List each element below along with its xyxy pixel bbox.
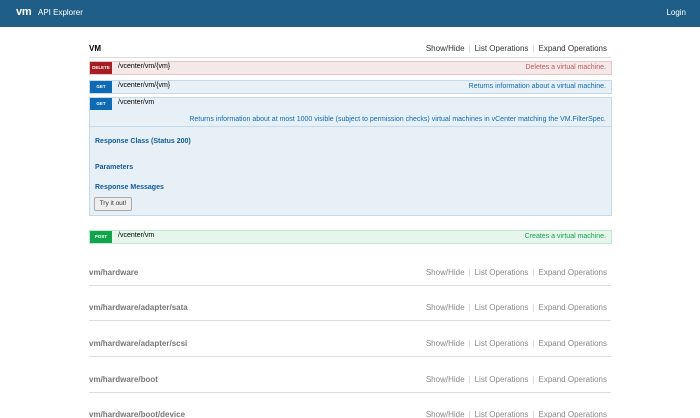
operation-summary[interactable]: Deletes a virtual machine. (525, 64, 606, 71)
section-divider (89, 320, 611, 321)
list-operations-link[interactable]: List Operations (475, 339, 529, 348)
separator: | (532, 410, 535, 418)
separator: | (468, 375, 471, 384)
section-title[interactable]: vm/hardware/adapter/scsi (89, 339, 187, 348)
section-controls: Show/Hide | List Operations | Expand Ope… (426, 339, 607, 348)
expand-operations-link[interactable]: Expand Operations (539, 410, 608, 418)
separator: | (532, 303, 535, 312)
operation-get-vm[interactable]: GET /vcenter/vm/{vm} Returns information… (89, 80, 612, 94)
separator: | (532, 375, 535, 384)
expand-operations-link[interactable]: Expand Operations (539, 303, 608, 312)
list-operations-link[interactable]: List Operations (475, 375, 529, 384)
show-hide-link[interactable]: Show/Hide (426, 410, 465, 418)
section-title[interactable]: VM (89, 44, 101, 53)
section-controls: Show/Hide | List Operations | Expand Ope… (426, 268, 607, 277)
operation-path[interactable]: /vcenter/vm (118, 232, 154, 239)
section-title[interactable]: vm/hardware/boot/device (89, 410, 185, 418)
section-divider (89, 57, 611, 58)
expand-operations-link[interactable]: Expand Operations (539, 268, 608, 277)
top-bar: vm API Explorer Login (0, 0, 700, 27)
method-badge-get[interactable]: GET (90, 81, 112, 93)
separator: | (532, 339, 535, 348)
section-header-vm-hardware-boot: vm/hardware/boot Show/Hide | List Operat… (89, 373, 611, 387)
list-operations-link[interactable]: List Operations (475, 268, 529, 277)
operation-summary[interactable]: Creates a virtual machine. (525, 233, 606, 240)
list-operations-link[interactable]: List Operations (475, 44, 529, 53)
section-header-vm: VM Show/Hide | List Operations | Expand … (89, 42, 611, 56)
section-title[interactable]: vm/hardware (89, 268, 138, 277)
vm-logo[interactable]: vm (16, 6, 32, 18)
operation-description: Returns information about at most 1000 v… (189, 116, 606, 123)
try-it-out-button[interactable]: Try it out! (94, 197, 132, 211)
show-hide-link[interactable]: Show/Hide (426, 339, 465, 348)
section-divider (89, 285, 611, 286)
section-divider (89, 392, 611, 393)
section-header-vm-hardware: vm/hardware Show/Hide | List Operations … (89, 266, 611, 280)
login-link[interactable]: Login (666, 8, 686, 17)
section-controls: Show/Hide | List Operations | Expand Ope… (426, 44, 607, 53)
separator: | (468, 339, 471, 348)
expand-operations-link[interactable]: Expand Operations (539, 339, 608, 348)
operation-list-vms-expanded: GET /vcenter/vm Returns information abou… (89, 97, 612, 216)
content-divider (90, 126, 611, 127)
method-badge-delete[interactable]: DELETE (90, 62, 112, 74)
method-badge-get[interactable]: GET (90, 98, 112, 110)
operation-create-vm[interactable]: POST /vcenter/vm Creates a virtual machi… (89, 230, 612, 244)
expand-operations-link[interactable]: Expand Operations (539, 375, 608, 384)
operation-path[interactable]: /vcenter/vm/{vm} (118, 63, 170, 70)
app-title[interactable]: API Explorer (38, 8, 83, 17)
section-header-vm-hardware-boot-device: vm/hardware/boot/device Show/Hide | List… (89, 408, 611, 418)
section-divider (89, 356, 611, 357)
section-title[interactable]: vm/hardware/boot (89, 375, 158, 384)
operation-path[interactable]: /vcenter/vm/{vm} (118, 82, 170, 89)
expand-operations-link[interactable]: Expand Operations (539, 44, 608, 53)
operation-summary[interactable]: Returns information about a virtual mach… (469, 83, 606, 90)
operation-delete-vm[interactable]: DELETE /vcenter/vm/{vm} Deletes a virtua… (89, 61, 612, 75)
section-header-vm-hardware-adapter-scsi: vm/hardware/adapter/scsi Show/Hide | Lis… (89, 337, 611, 351)
section-header-vm-hardware-adapter-sata: vm/hardware/adapter/sata Show/Hide | Lis… (89, 301, 611, 315)
section-controls: Show/Hide | List Operations | Expand Ope… (426, 410, 607, 418)
method-badge-post[interactable]: POST (90, 231, 112, 243)
operation-header[interactable]: GET /vcenter/vm (90, 98, 611, 112)
separator: | (468, 410, 471, 418)
show-hide-link[interactable]: Show/Hide (426, 303, 465, 312)
separator: | (532, 44, 535, 53)
separator: | (468, 44, 471, 53)
show-hide-link[interactable]: Show/Hide (426, 44, 465, 53)
separator: | (468, 268, 471, 277)
list-operations-link[interactable]: List Operations (475, 410, 529, 418)
separator: | (532, 268, 535, 277)
show-hide-link[interactable]: Show/Hide (426, 268, 465, 277)
response-class-heading: Response Class (Status 200) (95, 138, 191, 145)
operation-path[interactable]: /vcenter/vm (118, 99, 154, 106)
parameters-heading: Parameters (95, 164, 134, 171)
response-messages-heading: Response Messages (95, 184, 164, 191)
section-controls: Show/Hide | List Operations | Expand Ope… (426, 303, 607, 312)
section-title[interactable]: vm/hardware/adapter/sata (89, 303, 188, 312)
list-operations-link[interactable]: List Operations (475, 303, 529, 312)
separator: | (468, 303, 471, 312)
section-controls: Show/Hide | List Operations | Expand Ope… (426, 375, 607, 384)
show-hide-link[interactable]: Show/Hide (426, 375, 465, 384)
